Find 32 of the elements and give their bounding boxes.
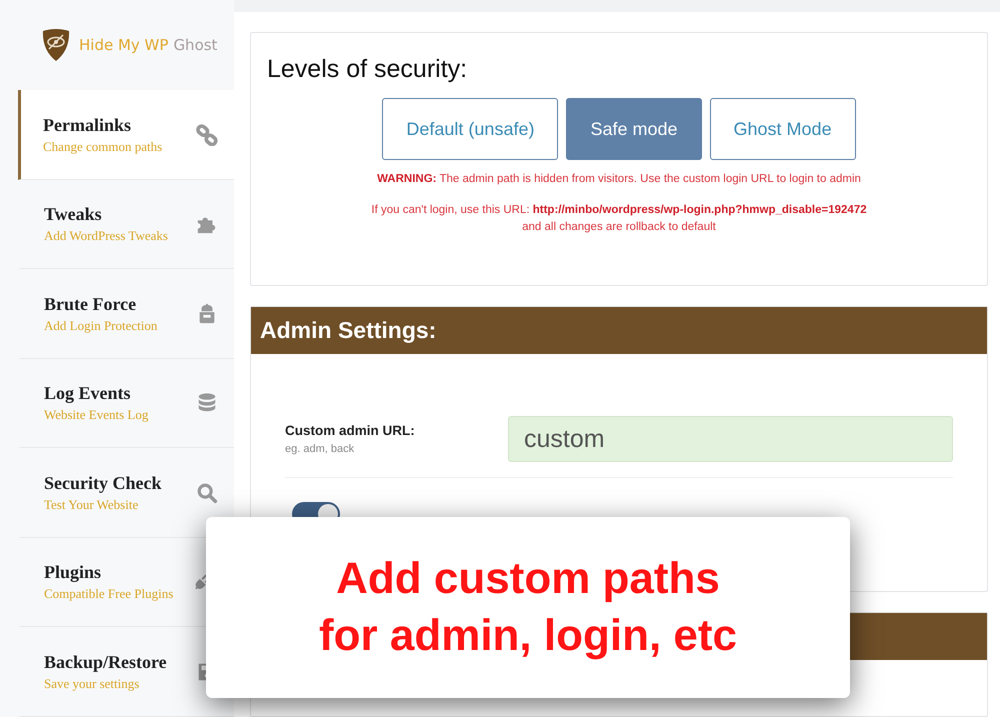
nav-subtitle: Add Login Protection <box>44 318 158 334</box>
nav-subtitle: Change common paths <box>43 138 162 155</box>
mode-button[interactable]: Default (unsafe) <box>382 98 558 160</box>
nav-title: Log Events <box>44 383 132 404</box>
nav-subtitle: Compatible Free Plugins <box>44 586 174 602</box>
section-header: Admin Settings: <box>251 307 987 354</box>
nav-subtitle: Add WordPress Tweaks <box>44 228 168 244</box>
field-label: Custom admin URL: <box>285 423 416 438</box>
brand-suffix: Ghost <box>173 36 218 54</box>
nav-title: Permalinks <box>43 114 132 136</box>
brand-name: Hide My WP <box>79 36 168 54</box>
nav-title: Security Check <box>44 472 162 494</box>
warning-text: WARNING: The admin path is hidden from visitors. Use the custom login URL to login to admin <box>376 173 862 185</box>
nav-title: Brute Force <box>44 294 138 315</box>
callout-text: Add custom paths for admin, login, etc <box>318 553 738 662</box>
nav-subtitle: Save your settings <box>44 676 140 692</box>
nav-title: Backup/Restore <box>44 652 167 673</box>
sidebar-item[interactable]: Permalinks Change common paths <box>18 90 234 180</box>
input-field[interactable]: custom <box>508 416 953 462</box>
link-icon <box>196 124 218 146</box>
nav-subtitle: Website Events Log <box>44 407 148 424</box>
shield-logo-icon <box>41 28 71 62</box>
rollback-note: and all changes are rollback to default <box>521 221 717 233</box>
field-hint: eg. adm, back <box>285 443 356 455</box>
nav-title: Tweaks <box>44 204 103 226</box>
nav-subtitle: Test Your Website <box>44 496 140 513</box>
search-icon <box>196 482 218 504</box>
section-title: Levels of security: <box>267 55 468 84</box>
mode-button[interactable]: Safe mode <box>566 98 702 160</box>
nav-title: Plugins <box>44 562 102 584</box>
fallback-url-text: If you can't login, use this URL: http://minbo/wordpress/wp-login.php?hmwp_disable=192472 <box>370 204 868 216</box>
mode-button[interactable]: Ghost Mode <box>710 98 856 160</box>
